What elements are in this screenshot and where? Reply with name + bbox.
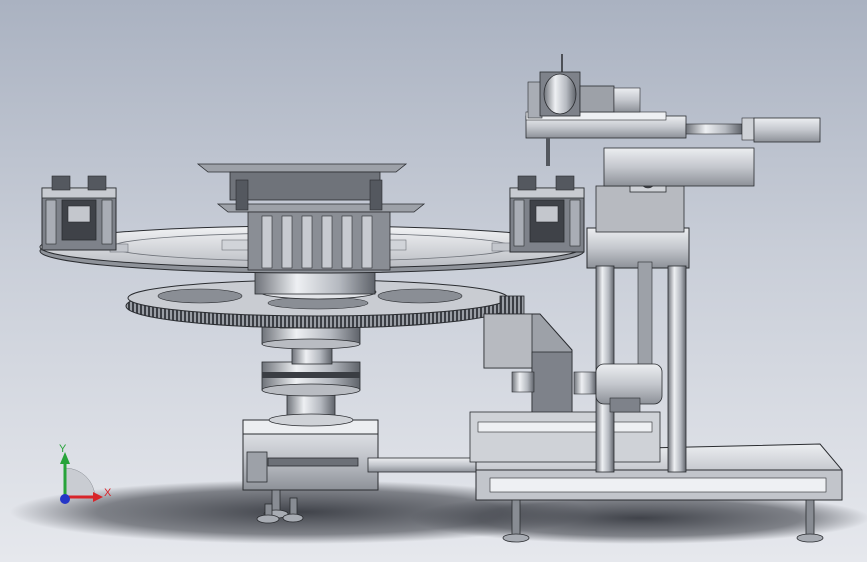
coordinate-triad: Y X [59, 443, 112, 504]
turntable-base-block [242, 419, 379, 491]
left-work-fixture[interactable] [41, 175, 117, 251]
pinion-drive-bracket [483, 295, 573, 419]
drive-motor[interactable] [573, 363, 663, 413]
triad-plane-indicator [64, 467, 96, 498]
y-axis-label: Y [59, 443, 67, 455]
cad-viewport[interactable]: Y X [0, 0, 867, 562]
z-axis-icon [60, 494, 70, 504]
x-axis-label: X [104, 487, 112, 499]
upper-mount-block [595, 147, 755, 233]
right-work-fixture[interactable] [509, 175, 585, 253]
wire-spool-unit[interactable] [527, 54, 641, 119]
